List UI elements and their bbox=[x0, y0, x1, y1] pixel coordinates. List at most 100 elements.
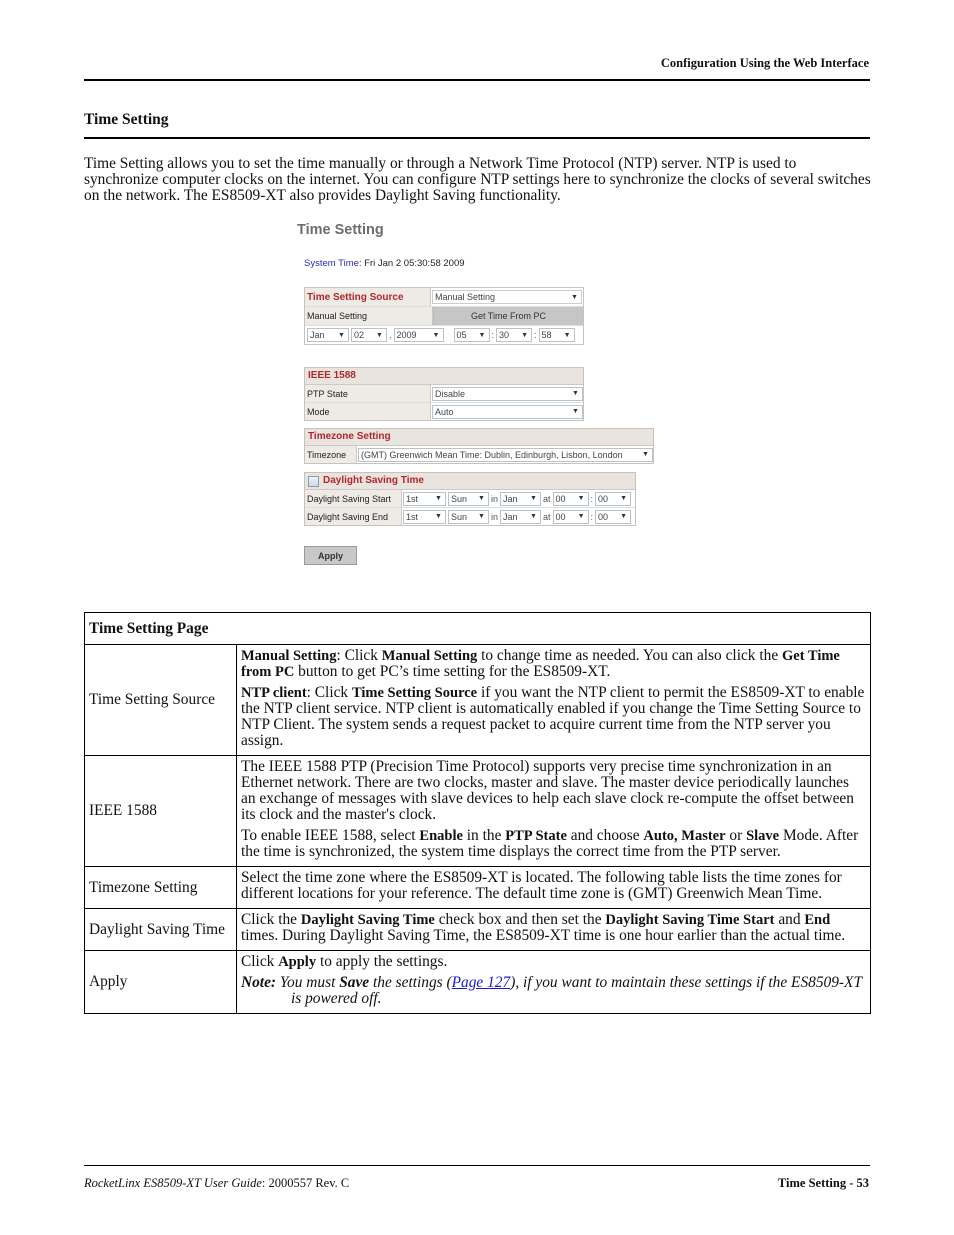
dst-end-minute-select[interactable]: 00 ▼ bbox=[595, 509, 632, 524]
chevron-down-icon: ▼ bbox=[435, 495, 442, 502]
chevron-down-icon: ▼ bbox=[432, 331, 440, 339]
dst-start-day-select[interactable]: Sun ▼ bbox=[448, 491, 489, 506]
text-segment: in the bbox=[462, 827, 506, 844]
chevron-down-icon: ▼ bbox=[530, 513, 537, 520]
system-time-label: System Time bbox=[304, 258, 359, 269]
table-title: Time Setting Page bbox=[84, 612, 871, 645]
time-source-panel: Time Setting Source Manual Setting ▼ Man… bbox=[304, 287, 584, 345]
dst-start-week-select[interactable]: 1st ▼ bbox=[403, 491, 446, 506]
description-paragraph: Click Apply to apply the settings. bbox=[241, 953, 866, 971]
bold-term: Enable bbox=[419, 828, 463, 844]
text-segment: Select the time zone where the ES8509-XT… bbox=[241, 869, 842, 902]
chevron-down-icon: ▼ bbox=[478, 495, 485, 502]
row-description: Manual Setting: Click Manual Setting to … bbox=[236, 644, 871, 756]
dst-end-label: Daylight Saving End bbox=[305, 508, 402, 525]
month-value: Jan bbox=[310, 330, 325, 340]
dst-start-month-select[interactable]: Jan ▼ bbox=[500, 491, 542, 506]
page-link[interactable]: Page 127 bbox=[452, 974, 511, 991]
text-segment: The IEEE 1588 PTP (Precision Time Protoc… bbox=[241, 758, 854, 823]
description-paragraph: Manual Setting: Click Manual Setting to … bbox=[241, 648, 866, 681]
second-select[interactable]: 58 ▼ bbox=[538, 328, 575, 342]
chevron-down-icon: ▼ bbox=[620, 495, 628, 502]
bold-term: Manual Setting bbox=[381, 648, 478, 664]
ptp-state-value: Disable bbox=[435, 388, 466, 399]
day-value: 02 bbox=[354, 330, 365, 340]
table-header-row: Time Setting Page bbox=[84, 612, 871, 645]
mode-value: Auto bbox=[435, 406, 454, 417]
footer-rule bbox=[84, 1165, 870, 1166]
footer-doc-number: : 2000557 Rev. C bbox=[261, 1176, 350, 1190]
get-time-from-pc-button[interactable]: Get Time From PC bbox=[433, 307, 583, 325]
text-segment: You must bbox=[276, 974, 340, 991]
dst-start-hour-select[interactable]: 00 ▼ bbox=[552, 491, 589, 506]
mode-select[interactable]: Auto ▼ bbox=[432, 404, 583, 419]
ieee1588-panel: IEEE 1588 PTP State Disable ▼ Mode Auto ▼ bbox=[304, 367, 584, 421]
section-rule bbox=[84, 137, 870, 139]
table-row: Apply Click Apply to apply the settings. N… bbox=[84, 950, 871, 1014]
timezone-header: Timezone Setting bbox=[305, 429, 653, 446]
chevron-down-icon: ▼ bbox=[620, 513, 628, 520]
row-label: Time Setting Source bbox=[84, 644, 237, 756]
day-select[interactable]: 02 ▼ bbox=[351, 328, 387, 342]
dst-end-month-select[interactable]: Jan ▼ bbox=[500, 509, 542, 524]
table-row: IEEE 1588 The IEEE 1588 PTP (Precision Ti… bbox=[84, 755, 871, 867]
ptp-state-select[interactable]: Disable ▼ bbox=[432, 386, 583, 401]
time-setting-page-table: Time Setting Page Time Setting Source Man… bbox=[84, 612, 871, 1014]
row-label: Apply bbox=[84, 950, 237, 1014]
note-prefix: Note: bbox=[241, 974, 277, 991]
bold-term: End bbox=[804, 912, 831, 928]
minute-value: 30 bbox=[499, 330, 510, 340]
apply-button[interactable]: Apply bbox=[304, 546, 357, 565]
dst-start-day-value: Sun bbox=[451, 493, 468, 504]
text-segment: Click bbox=[241, 953, 279, 970]
text-segment: or bbox=[725, 827, 747, 844]
intro-paragraph: Time Setting allows you to set the time … bbox=[84, 155, 871, 204]
timezone-panel: Timezone Setting Timezone (GMT) Greenwic… bbox=[304, 428, 654, 464]
text-segment: check box and then set the bbox=[434, 911, 606, 928]
timezone-select[interactable]: (GMT) Greenwich Mean Time: Dublin, Edinb… bbox=[358, 447, 653, 462]
dst-start-minute-select[interactable]: 00 ▼ bbox=[595, 491, 632, 506]
daylight-saving-title: Daylight Saving Time bbox=[323, 475, 424, 486]
table-row: Daylight Saving Time Click the Daylight S… bbox=[84, 908, 871, 951]
dst-end-day-select[interactable]: Sun ▼ bbox=[448, 509, 489, 524]
daylight-saving-panel: Daylight Saving Time Daylight Saving Sta… bbox=[304, 472, 636, 526]
bold-term: Save bbox=[339, 974, 370, 991]
time-source-select[interactable]: Manual Setting ▼ bbox=[432, 290, 582, 304]
description-paragraph: To enable IEEE 1588, select Enable in th… bbox=[241, 828, 866, 860]
row-label: Timezone Setting bbox=[84, 866, 237, 909]
dst-start-hour-value: 00 bbox=[555, 493, 566, 504]
dst-end-week-select[interactable]: 1st ▼ bbox=[403, 509, 446, 524]
chevron-down-icon: ▼ bbox=[571, 293, 578, 301]
row-label: IEEE 1588 bbox=[84, 755, 237, 867]
text-segment: To enable IEEE 1588, select bbox=[241, 827, 420, 844]
dst-end-week-value: 1st bbox=[406, 511, 419, 522]
text-segment: button to get PC’s time setting for the … bbox=[294, 663, 611, 680]
manual-setting-label[interactable]: Manual Setting bbox=[305, 307, 433, 325]
dst-end-month-value: Jan bbox=[503, 511, 518, 522]
header-rule bbox=[84, 79, 870, 81]
row-description: Click Apply to apply the settings. Note: … bbox=[236, 950, 871, 1014]
chevron-down-icon: ▼ bbox=[478, 331, 486, 339]
system-time-value: : Fri Jan 2 05:30:58 2009 bbox=[358, 258, 465, 269]
year-value: 2009 bbox=[396, 330, 417, 340]
dst-end-hour-select[interactable]: 00 ▼ bbox=[552, 509, 589, 524]
daylight-saving-checkbox[interactable] bbox=[308, 475, 319, 487]
month-select[interactable]: Jan ▼ bbox=[307, 328, 349, 342]
chevron-down-icon: ▼ bbox=[572, 390, 579, 397]
note: Note: You must Save the settings (Page 1… bbox=[241, 975, 866, 1007]
bold-term: Time Setting Source bbox=[351, 685, 478, 701]
chevron-down-icon: ▼ bbox=[642, 451, 649, 458]
text-segment: and bbox=[774, 911, 805, 928]
dst-start-week-value: 1st bbox=[406, 493, 419, 504]
chevron-down-icon: ▼ bbox=[563, 331, 571, 339]
dst-start-month-value: Jan bbox=[503, 493, 518, 504]
footer-guide: RocketLinx ES8509-XT User Guide: 2000557… bbox=[84, 1176, 349, 1191]
daylight-saving-header: Daylight Saving Time bbox=[305, 473, 635, 490]
description-paragraph: The IEEE 1588 PTP (Precision Time Protoc… bbox=[241, 759, 866, 823]
ptp-state-label: PTP State bbox=[305, 385, 431, 402]
year-select[interactable]: 2009 ▼ bbox=[393, 328, 444, 342]
minute-select[interactable]: 30 ▼ bbox=[496, 328, 533, 342]
row-label: Daylight Saving Time bbox=[84, 908, 237, 951]
dst-start-label: Daylight Saving Start bbox=[305, 490, 402, 507]
hour-select[interactable]: 05 ▼ bbox=[453, 328, 490, 342]
